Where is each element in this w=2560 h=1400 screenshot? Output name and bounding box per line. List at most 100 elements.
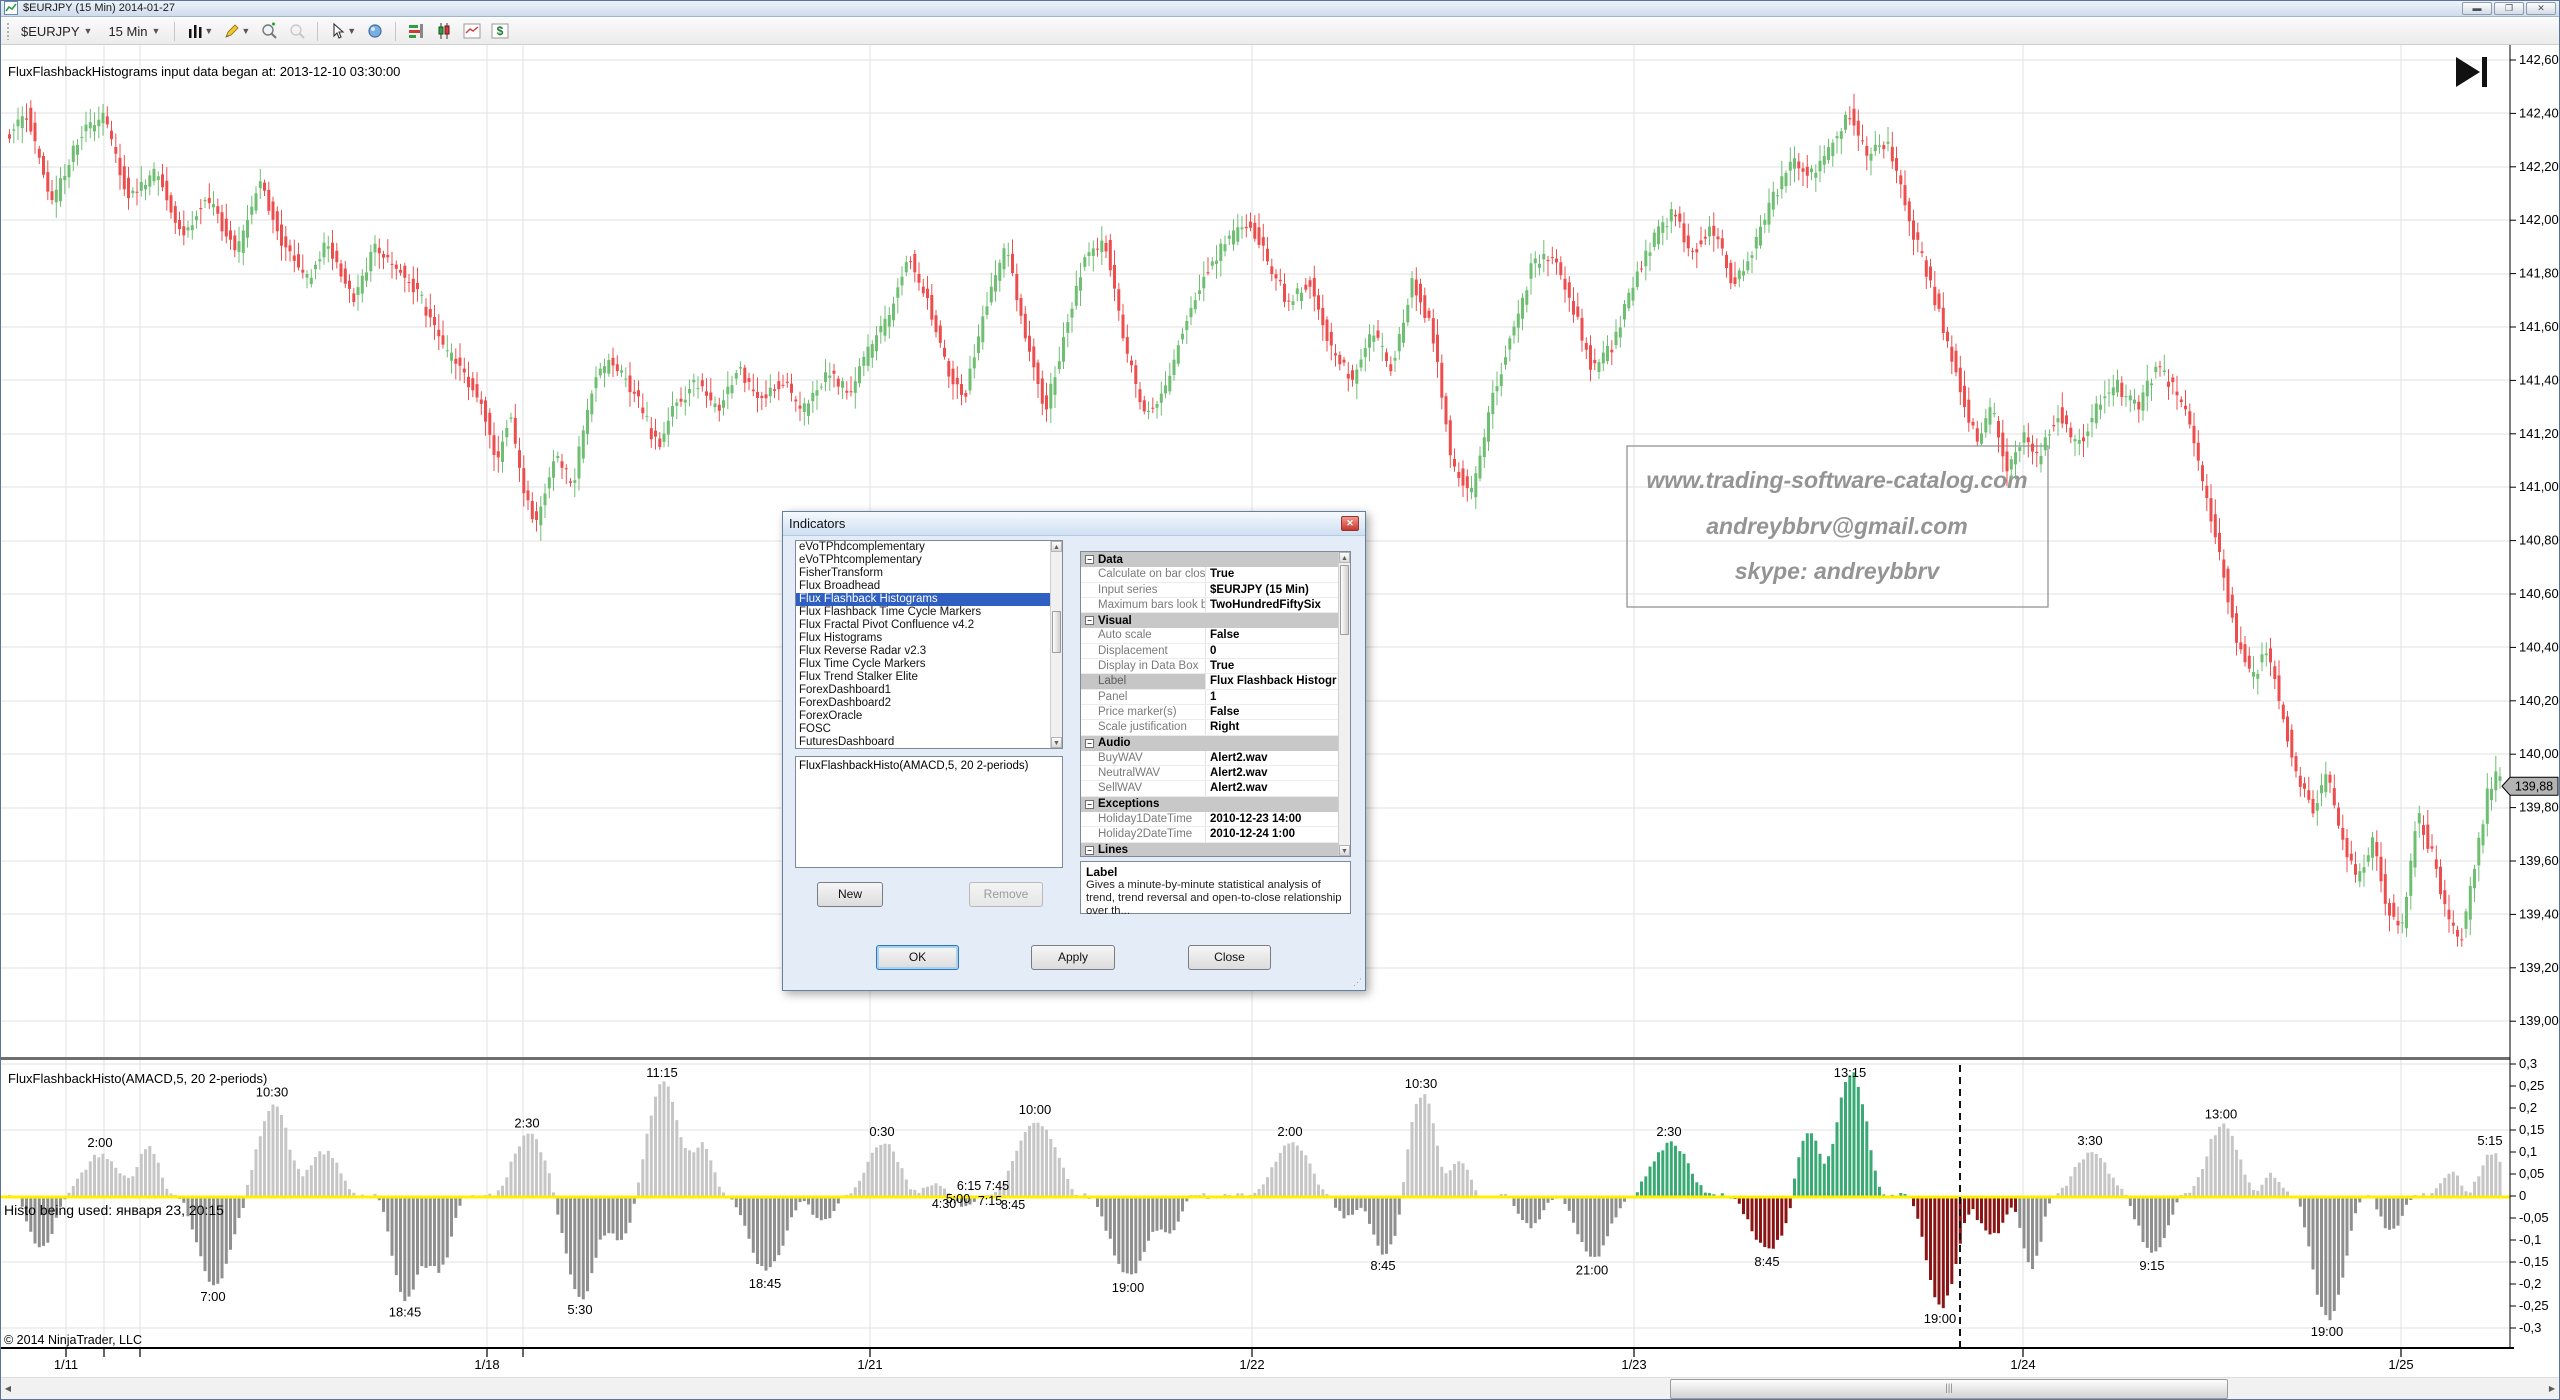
property-value[interactable]: 0: [1206, 644, 1350, 658]
data-box-button[interactable]: [364, 21, 386, 41]
indicator-list-item[interactable]: Flux Broadhead: [796, 580, 1062, 593]
indicator-list-item[interactable]: FisherTransform: [796, 567, 1062, 580]
indicator-list-item[interactable]: Flux Trend Stalker Elite: [796, 671, 1062, 684]
zoom-out-button[interactable]: [286, 21, 308, 41]
property-value[interactable]: False: [1206, 705, 1350, 719]
scrollbar-thumb[interactable]: |||: [1670, 1379, 2228, 1399]
scrollbar-thumb[interactable]: [1340, 565, 1349, 635]
property-value[interactable]: TwoHundredFiftySix: [1206, 598, 1350, 612]
scroll-right-icon[interactable]: ▶: [2544, 1378, 2560, 1400]
property-row[interactable]: Display in Data BoxTrue: [1081, 659, 1350, 674]
indicator-list-item[interactable]: ForexOracle: [796, 710, 1062, 723]
histogram-peak-label: 10:30: [1405, 1076, 1438, 1091]
indicator-list-item[interactable]: eVoTPhtcomplementary: [796, 554, 1062, 567]
candlestick-style-button[interactable]: [433, 21, 455, 41]
property-section[interactable]: −Exceptions: [1081, 797, 1350, 812]
property-value[interactable]: True: [1206, 659, 1350, 673]
property-section[interactable]: −Visual: [1081, 613, 1350, 628]
property-value[interactable]: Alert2.wav: [1206, 781, 1350, 795]
property-row[interactable]: SellWAVAlert2.wav: [1081, 781, 1350, 796]
scroll-up-icon[interactable]: ▲: [1339, 552, 1350, 563]
close-button[interactable]: ✕: [2526, 2, 2556, 15]
indicator-list-item[interactable]: Flux Time Cycle Markers: [796, 658, 1062, 671]
configured-indicators-box[interactable]: FluxFlashbackHisto(AMACD,5, 20 2-periods…: [795, 756, 1063, 868]
property-value[interactable]: Flux Flashback Histogr: [1206, 674, 1350, 688]
property-row[interactable]: Scale justificationRight: [1081, 720, 1350, 735]
grid-scrollbar[interactable]: ▲ ▼: [1338, 552, 1350, 856]
collapse-icon[interactable]: −: [1085, 800, 1094, 809]
interval-selector[interactable]: 15 Min ▼: [103, 22, 165, 41]
watermark-skype: skype: andreybbrv: [1735, 558, 1941, 584]
close-dialog-button[interactable]: Close: [1188, 945, 1271, 970]
property-value[interactable]: 1: [1206, 690, 1350, 704]
indicator-list-item[interactable]: FOSC: [796, 723, 1062, 736]
indicator-list-item[interactable]: ForexDashboard2: [796, 697, 1062, 710]
property-value[interactable]: 2010-12-23 14:00: [1206, 812, 1350, 826]
account-button[interactable]: $: [489, 21, 511, 41]
dialog-titlebar[interactable]: Indicators ✕: [783, 512, 1365, 536]
scroll-left-icon[interactable]: ◀: [0, 1378, 16, 1400]
indicator-list-item[interactable]: Flux Flashback Histograms: [796, 593, 1062, 606]
indicator-list-item[interactable]: FuturesDashboard: [796, 736, 1062, 749]
property-value[interactable]: 2010-12-24 1:00: [1206, 827, 1350, 841]
indicator-axis-label: -0,25: [2519, 1298, 2549, 1313]
horizontal-scrollbar[interactable]: ◀ ||| ▶: [0, 1377, 2560, 1400]
chart-trader-button[interactable]: [405, 21, 427, 41]
bar-type-button[interactable]: ▼: [184, 21, 215, 41]
new-button[interactable]: New: [817, 882, 883, 907]
property-value[interactable]: Alert2.wav: [1206, 766, 1350, 780]
drawing-tools-button[interactable]: ▼: [221, 21, 252, 41]
property-row[interactable]: Price marker(s)False: [1081, 705, 1350, 720]
apply-button[interactable]: Apply: [1031, 945, 1115, 970]
cursor-button[interactable]: ▼: [327, 21, 358, 41]
property-row[interactable]: Calculate on bar closeTrue: [1081, 567, 1350, 582]
property-row[interactable]: Panel1: [1081, 690, 1350, 705]
minimize-button[interactable]: ▬: [2462, 2, 2492, 15]
property-row[interactable]: NeutralWAVAlert2.wav: [1081, 766, 1350, 781]
indicator-list-item[interactable]: Flux Reverse Radar v2.3: [796, 645, 1062, 658]
property-row[interactable]: Holiday2DateTime2010-12-24 1:00: [1081, 827, 1350, 842]
property-section[interactable]: −Lines: [1081, 843, 1350, 857]
property-value[interactable]: True: [1206, 567, 1350, 581]
scroll-down-icon[interactable]: ▼: [1339, 845, 1350, 856]
property-row[interactable]: Input series$EURJPY (15 Min): [1081, 583, 1350, 598]
indicator-list-item[interactable]: eVoTPhdcomplementary: [796, 541, 1062, 554]
property-section[interactable]: −Data: [1081, 552, 1350, 567]
property-section[interactable]: −Audio: [1081, 736, 1350, 751]
property-row[interactable]: Maximum bars look bacTwoHundredFiftySix: [1081, 598, 1350, 613]
histogram-peak-label: 8:45: [1370, 1258, 1395, 1273]
property-row[interactable]: Auto scaleFalse: [1081, 628, 1350, 643]
dialog-close-icon[interactable]: ✕: [1341, 516, 1359, 531]
property-value[interactable]: Alert2.wav: [1206, 751, 1350, 765]
ok-button[interactable]: OK: [876, 945, 959, 970]
indicator-list-item[interactable]: Flux Fractal Pivot Confluence v4.2: [796, 619, 1062, 632]
indicator-list-item[interactable]: ForexDashboard1: [796, 684, 1062, 697]
property-row[interactable]: Holiday1DateTime2010-12-23 14:00: [1081, 812, 1350, 827]
section-label: Lines: [1098, 844, 1128, 856]
indicator-axis-label: -0,15: [2519, 1254, 2549, 1269]
indicator-list-item[interactable]: Flux Flashback Time Cycle Markers: [796, 606, 1062, 619]
restore-button[interactable]: ❐: [2494, 2, 2524, 15]
property-row[interactable]: LabelFlux Flashback Histogr: [1081, 674, 1350, 689]
remove-button[interactable]: Remove: [969, 882, 1043, 907]
resize-grip[interactable]: ⋰: [1353, 977, 1362, 988]
collapse-icon[interactable]: −: [1085, 555, 1094, 564]
scroll-down-icon[interactable]: ▼: [1051, 737, 1062, 748]
property-value[interactable]: False: [1206, 628, 1350, 642]
instrument-selector[interactable]: $EURJPY ▼: [16, 22, 97, 41]
scroll-up-icon[interactable]: ▲: [1051, 541, 1062, 552]
property-value[interactable]: Right: [1206, 720, 1350, 734]
property-row[interactable]: BuyWAVAlert2.wav: [1081, 751, 1350, 766]
collapse-icon[interactable]: −: [1085, 616, 1094, 625]
property-value[interactable]: $EURJPY (15 Min): [1206, 583, 1350, 597]
zoom-in-button[interactable]: [258, 21, 280, 41]
indicator-list-item[interactable]: Flux Histograms: [796, 632, 1062, 645]
scrollbar-thumb[interactable]: [1052, 611, 1061, 653]
panel-divider[interactable]: [0, 1057, 2510, 1060]
collapse-icon[interactable]: −: [1085, 846, 1094, 855]
list-scrollbar[interactable]: ▲ ▼: [1050, 541, 1062, 748]
region-chart-button[interactable]: [461, 21, 483, 41]
toolbar-grip[interactable]: [6, 22, 10, 40]
property-row[interactable]: Displacement0: [1081, 644, 1350, 659]
collapse-icon[interactable]: −: [1085, 739, 1094, 748]
